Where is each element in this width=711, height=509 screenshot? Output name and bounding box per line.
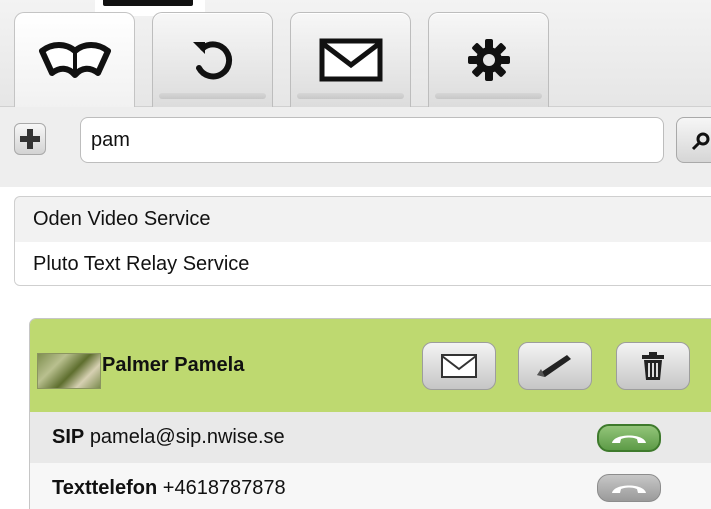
contact-header[interactable]: Palmer Pamela <box>30 319 711 412</box>
phone-handset-icon <box>612 435 646 443</box>
contact-number-row: SIP pamela@sip.nwise.se <box>30 412 711 463</box>
envelope-icon <box>441 354 477 378</box>
book-icon <box>38 41 111 78</box>
plus-icon <box>20 129 40 149</box>
tab-messages[interactable] <box>290 12 411 107</box>
search-button[interactable] <box>676 117 711 163</box>
gear-icon <box>467 39 510 81</box>
pencil-icon <box>537 355 571 377</box>
number-type-label: Texttelefon <box>52 477 158 499</box>
search-result-item[interactable]: Oden Video Service <box>15 197 711 242</box>
contact-number-row: Texttelefon +4618787878 <box>30 463 711 509</box>
number-value: pamela@sip.nwise.se <box>89 426 285 448</box>
contact-card: Palmer Pamela SIP pamela@sip.nwise.se Te… <box>29 318 711 509</box>
call-button[interactable] <box>597 474 661 502</box>
magnifier-icon <box>691 132 710 151</box>
envelope-icon <box>319 38 382 82</box>
add-contact-button[interactable] <box>14 123 46 155</box>
edit-contact-button[interactable] <box>518 342 592 390</box>
search-input[interactable] <box>80 117 664 163</box>
message-contact-button[interactable] <box>422 342 496 390</box>
avatar <box>37 353 101 389</box>
search-results-list: Oden Video Service Pluto Text Relay Serv… <box>14 196 711 286</box>
tab-phonebook[interactable] <box>14 12 135 108</box>
contact-name: Palmer Pamela <box>102 354 245 376</box>
address-book-panel: Oden Video Service Pluto Text Relay Serv… <box>0 0 711 509</box>
tab-settings[interactable] <box>428 12 549 107</box>
tab-history[interactable] <box>152 12 273 107</box>
search-row <box>0 107 711 187</box>
call-button[interactable] <box>597 424 661 452</box>
delete-contact-button[interactable] <box>616 342 690 390</box>
history-icon <box>192 41 232 80</box>
trash-icon <box>642 352 664 380</box>
phone-handset-icon <box>612 485 646 493</box>
tab-strip <box>0 0 711 108</box>
number-type-label: SIP <box>52 426 85 448</box>
number-value: +4618787878 <box>162 477 286 499</box>
search-result-item[interactable]: Pluto Text Relay Service <box>15 242 711 285</box>
